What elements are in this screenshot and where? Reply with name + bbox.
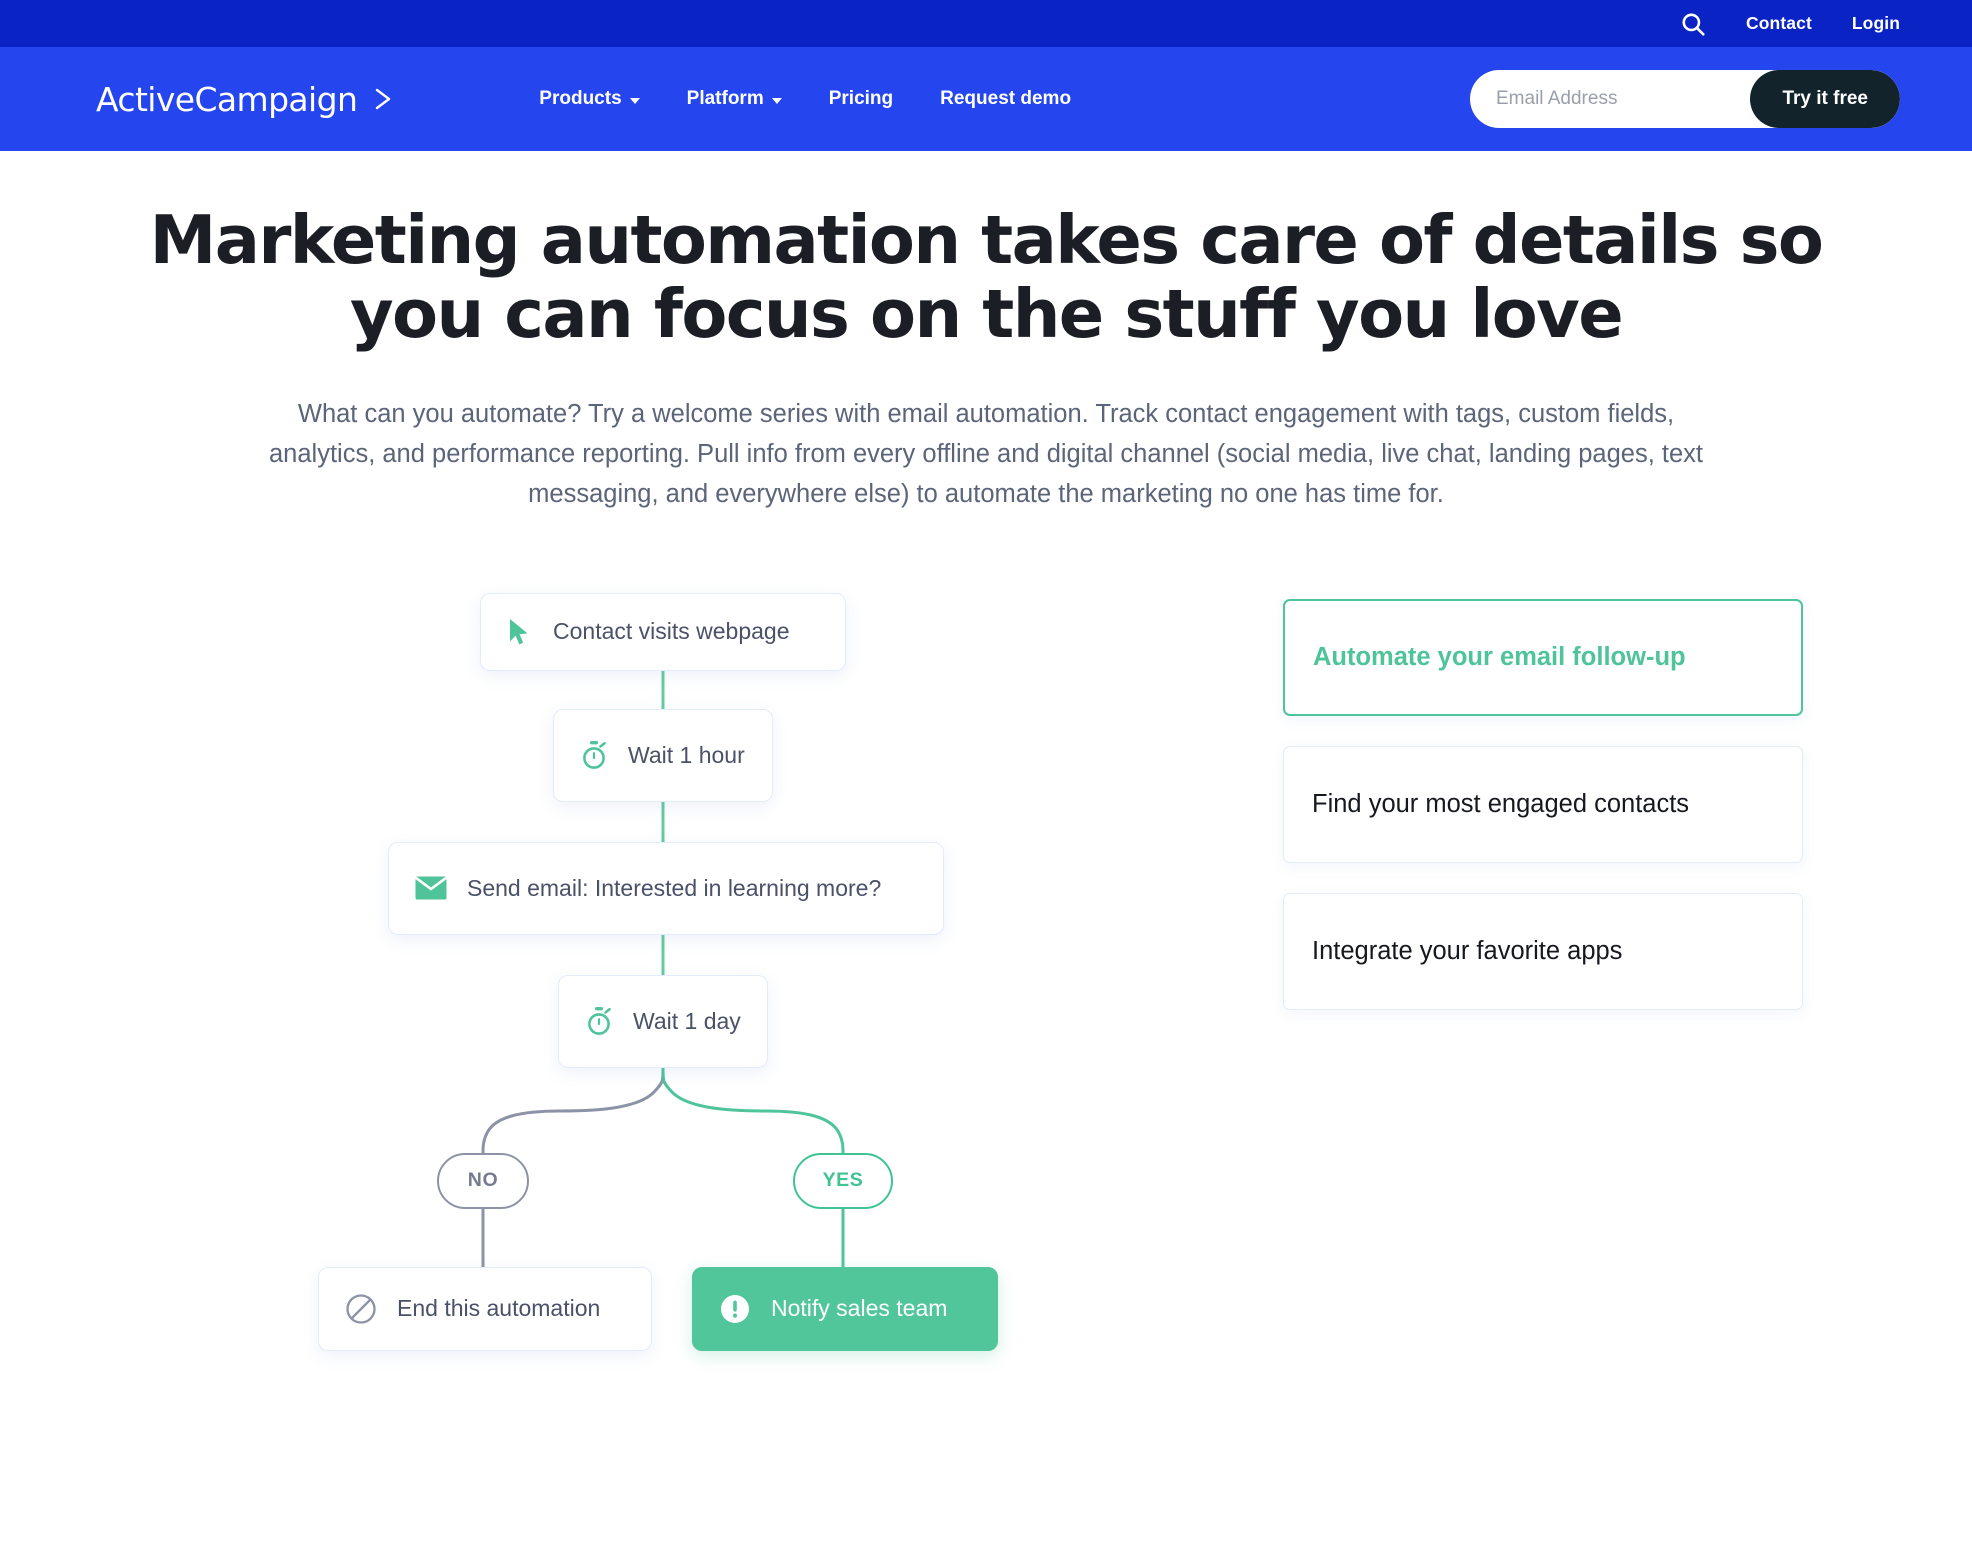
flow-node-send-email[interactable]: Send email: Interested in learning more?	[388, 841, 944, 935]
main-navigation: ActiveCampaign Products Platform Pricing…	[0, 47, 1972, 151]
nav-item-pricing[interactable]: Pricing	[829, 88, 893, 110]
flow-node-label: Contact visits webpage	[553, 618, 790, 645]
accordion-item-label: Integrate your favorite apps	[1312, 936, 1623, 965]
chevron-right-icon	[369, 84, 399, 114]
hero-section: Marketing automation takes care of detai…	[0, 151, 1972, 515]
automation-flow-diagram: Contact visits webpage Wait 1 hour Send …	[0, 577, 1180, 1351]
flow-node-trigger[interactable]: Contact visits webpage	[480, 592, 846, 671]
feature-accordion: Automate your email follow-up Find your …	[1283, 598, 1803, 1040]
nav-links: Products Platform Pricing Request demo	[539, 88, 1071, 110]
flow-node-label: Send email: Interested in learning more?	[467, 874, 882, 901]
page-title: Marketing automation takes care of detai…	[149, 201, 1824, 354]
flow-node-end-automation[interactable]: End this automation	[318, 1266, 652, 1351]
branch-label-text: NO	[467, 1169, 499, 1192]
flow-node-label: Wait 1 day	[633, 1007, 741, 1034]
branch-label-text: YES	[822, 1169, 864, 1192]
flow-node-wait-1-day[interactable]: Wait 1 day	[558, 974, 768, 1068]
logo[interactable]: ActiveCampaign	[96, 80, 399, 119]
content-area: Contact visits webpage Wait 1 hour Send …	[0, 577, 1972, 1351]
flow-node-wait-1-hour[interactable]: Wait 1 hour	[553, 708, 773, 802]
nav-item-label: Products	[539, 88, 622, 109]
flow-node-notify-sales-team[interactable]: Notify sales team	[692, 1266, 998, 1351]
stopwatch-icon	[585, 1006, 613, 1036]
stopwatch-icon	[580, 740, 608, 770]
accordion-item-integrate-apps[interactable]: Integrate your favorite apps	[1283, 892, 1803, 1010]
email-field[interactable]	[1470, 70, 1751, 128]
accordion-item-label: Find your most engaged contacts	[1312, 789, 1690, 818]
cursor-arrow-icon	[507, 617, 533, 647]
accordion-item-find-engaged-contacts[interactable]: Find your most engaged contacts	[1283, 745, 1803, 863]
nav-item-label: Pricing	[828, 88, 894, 109]
hero-description: What can you automate? Try a welcome ser…	[269, 399, 1703, 509]
flow-node-label: End this automation	[397, 1295, 601, 1322]
nav-item-products[interactable]: Products	[539, 88, 640, 110]
chevron-down-icon	[629, 97, 640, 104]
nav-item-label: Platform	[686, 88, 764, 109]
chevron-down-icon	[771, 97, 782, 104]
accordion-item-automate-email-followup[interactable]: Automate your email follow-up	[1283, 598, 1803, 716]
branch-label-yes[interactable]: YES	[793, 1152, 893, 1209]
prohibition-icon	[345, 1293, 377, 1325]
nav-item-label: Request demo	[940, 88, 1072, 109]
envelope-icon	[415, 876, 447, 900]
signup-form: Try it free	[1470, 70, 1900, 128]
utility-link-login[interactable]: Login	[1852, 13, 1900, 34]
utility-bar: Contact Login	[0, 0, 1972, 47]
flow-node-label: Notify sales team	[771, 1295, 948, 1322]
nav-item-platform[interactable]: Platform	[687, 88, 782, 110]
exclamation-circle-icon	[719, 1293, 751, 1325]
nav-item-request-demo[interactable]: Request demo	[940, 88, 1071, 110]
utility-link-contact[interactable]: Contact	[1746, 13, 1812, 34]
flow-node-label: Wait 1 hour	[628, 741, 745, 768]
accordion-item-label: Automate your email follow-up	[1313, 642, 1686, 671]
try-it-free-button[interactable]: Try it free	[1750, 70, 1900, 128]
logo-text: ActiveCampaign	[96, 79, 358, 119]
search-icon[interactable]	[1680, 11, 1706, 37]
branch-label-no[interactable]: NO	[437, 1152, 529, 1209]
